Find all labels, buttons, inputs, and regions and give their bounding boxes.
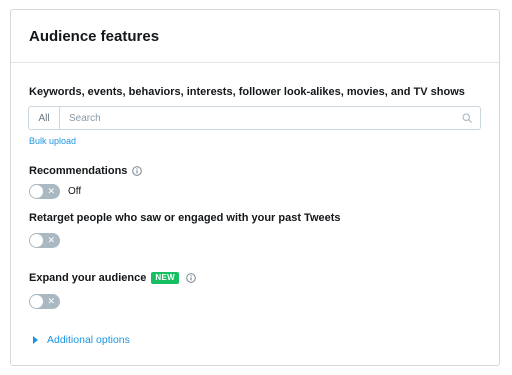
recommendations-state: Off	[68, 186, 82, 197]
recommendations-header: Recommendations	[29, 165, 143, 177]
card-title: Audience features	[29, 27, 160, 45]
targeting-search: All	[28, 106, 481, 130]
search-scope-select[interactable]: All	[29, 107, 60, 129]
info-icon[interactable]	[186, 273, 196, 283]
expand-header: Expand your audience NEW	[29, 272, 196, 284]
new-badge: NEW	[151, 272, 179, 284]
toggle-knob	[30, 295, 43, 308]
toggle-knob	[30, 234, 43, 247]
audience-features-card: Audience features Keywords, events, beha…	[10, 9, 500, 366]
recommendations-toggle[interactable]: ✕	[29, 184, 60, 199]
additional-options-label: Additional options	[47, 334, 130, 346]
retarget-label: Retarget people who saw or engaged with …	[29, 212, 341, 224]
retarget-toggle[interactable]: ✕	[29, 233, 60, 248]
toggle-off-x-icon: ✕	[47, 235, 55, 245]
toggle-off-x-icon: ✕	[47, 296, 55, 306]
recommendations-label: Recommendations	[29, 165, 128, 177]
additional-options-link[interactable]: Additional options	[33, 334, 130, 346]
caret-right-icon	[33, 336, 38, 344]
bulk-upload-link[interactable]: Bulk upload	[29, 136, 76, 146]
search-icon[interactable]	[458, 107, 476, 129]
toggle-off-x-icon: ✕	[47, 186, 55, 196]
expand-toggle[interactable]: ✕	[29, 294, 60, 309]
targeting-label: Keywords, events, behaviors, interests, …	[29, 86, 465, 98]
card-header: Audience features	[11, 10, 499, 63]
expand-label: Expand your audience	[29, 272, 147, 284]
info-icon[interactable]	[132, 166, 143, 176]
search-input[interactable]	[60, 107, 458, 129]
toggle-knob	[30, 185, 43, 198]
